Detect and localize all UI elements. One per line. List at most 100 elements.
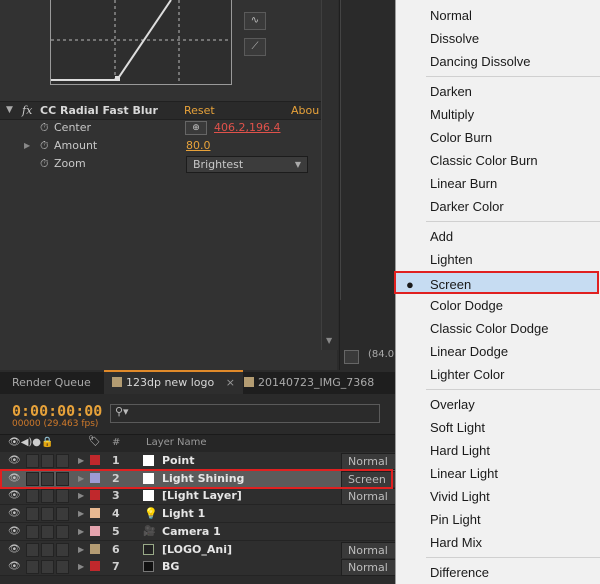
about-link[interactable]: Abou [291, 102, 319, 119]
blend-mode-dropdown[interactable]: Normal [341, 541, 399, 559]
zoom-dropdown[interactable]: Brightest ▼ [186, 156, 308, 173]
timecode[interactable]: 0:00:00:00 [12, 402, 102, 420]
solo-toggle[interactable] [41, 454, 54, 468]
menu-item-multiply[interactable]: Multiply [396, 103, 600, 126]
label-color[interactable] [90, 561, 100, 572]
close-icon[interactable]: × [226, 376, 235, 389]
layer-name-header[interactable]: Layer Name [146, 437, 207, 448]
label-color[interactable] [90, 508, 100, 519]
menu-item-darker-color[interactable]: Darker Color [396, 195, 600, 218]
layer-row[interactable]: 👁 ▶ 5 🎥 Camera 1 [0, 522, 395, 541]
fx-icon[interactable]: fx [22, 102, 32, 119]
reset-link[interactable]: Reset [184, 102, 215, 119]
solo-toggle[interactable] [41, 542, 54, 557]
blend-mode-dropdown[interactable]: Normal [341, 488, 399, 506]
menu-item-color-dodge[interactable]: Color Dodge [396, 294, 600, 317]
menu-item-normal[interactable]: Normal [396, 4, 600, 27]
expand-triangle-icon[interactable]: ▶ [78, 558, 84, 575]
layer-name[interactable]: Light 1 [162, 505, 205, 522]
layer-name[interactable]: Point [162, 452, 194, 469]
menu-item-add[interactable]: Add [396, 225, 600, 248]
tab-comp-logo[interactable]: 123dp new logo × [104, 370, 243, 394]
label-color[interactable] [90, 490, 100, 501]
layer-name[interactable]: BG [162, 558, 179, 575]
menu-item-color-burn[interactable]: Color Burn [396, 126, 600, 149]
menu-item-dissolve[interactable]: Dissolve [396, 27, 600, 50]
solo-toggle[interactable] [41, 507, 54, 522]
lock-toggle[interactable] [56, 524, 69, 539]
expand-triangle-icon[interactable]: ▶ [78, 505, 84, 522]
lock-toggle[interactable] [56, 489, 69, 504]
layer-name[interactable]: Camera 1 [162, 523, 221, 540]
menu-item-lighten[interactable]: Lighten [396, 248, 600, 271]
menu-item-linear-burn[interactable]: Linear Burn [396, 172, 600, 195]
blend-mode-dropdown[interactable]: Normal [341, 453, 399, 470]
menu-item-classic-color-dodge[interactable]: Classic Color Dodge [396, 317, 600, 340]
amount-value[interactable]: 80.0 [186, 137, 211, 154]
scrollbar[interactable]: ▼ [321, 0, 338, 350]
layer-name[interactable]: [Light Layer] [162, 487, 242, 504]
audio-toggle[interactable] [26, 489, 39, 504]
audio-toggle[interactable] [26, 524, 39, 539]
zoom-level[interactable]: (84.0 [368, 349, 394, 360]
menu-item-soft-light[interactable]: Soft Light [396, 416, 600, 439]
stopwatch-icon[interactable]: ⏱ [40, 119, 49, 136]
tab-render-queue[interactable]: Render Queue [4, 372, 99, 394]
expand-triangle-icon[interactable]: ▼ [6, 102, 13, 119]
menu-item-screen[interactable]: ● Screen [394, 271, 599, 294]
crosshair-icon[interactable]: ⊕ [185, 121, 207, 135]
expand-triangle-icon[interactable]: ▶ [78, 523, 84, 540]
layer-row[interactable]: 👁 ▶ 3 [Light Layer] Normal [0, 487, 399, 506]
layer-row[interactable]: 👁 ▶ 1 Point Normal [0, 452, 399, 470]
menu-item-vivid-light[interactable]: Vivid Light [396, 485, 600, 508]
eye-icon[interactable]: 👁 [8, 541, 21, 558]
layer-row[interactable]: 👁 ▶ 6 [LOGO_Ani] Normal [0, 540, 399, 559]
tab-comp-img[interactable]: 20140723_IMG_7368 [236, 372, 382, 394]
audio-toggle[interactable] [26, 454, 39, 468]
solo-toggle[interactable] [41, 489, 54, 504]
eye-icon[interactable]: 👁 [8, 505, 21, 522]
audio-toggle[interactable] [26, 507, 39, 522]
lock-toggle[interactable] [56, 507, 69, 522]
solo-toggle[interactable] [41, 560, 54, 575]
menu-item-hard-light[interactable]: Hard Light [396, 439, 600, 462]
curve-icon[interactable]: ⟋ [244, 38, 266, 56]
layer-search-input[interactable]: ⚲▾ [110, 404, 380, 423]
expand-triangle-icon[interactable]: ▶ [78, 452, 84, 469]
blend-mode-dropdown[interactable]: Normal [341, 559, 399, 577]
menu-item-pin-light[interactable]: Pin Light [396, 508, 600, 531]
label-color[interactable] [90, 543, 100, 554]
expand-triangle-icon[interactable]: ▶ [78, 487, 84, 504]
center-value[interactable]: 406.2,196.4 [214, 119, 280, 136]
viewer-options-icon[interactable] [344, 350, 359, 364]
menu-item-dancing-dissolve[interactable]: Dancing Dissolve [396, 50, 600, 73]
eye-icon[interactable]: 👁 [8, 523, 21, 540]
waveform-icon[interactable]: ∿ [244, 12, 266, 30]
menu-item-linear-dodge[interactable]: Linear Dodge [396, 340, 600, 363]
eye-icon[interactable]: 👁 [8, 558, 21, 575]
expand-triangle-icon[interactable]: ▶ [24, 137, 30, 154]
menu-item-darken[interactable]: Darken [396, 80, 600, 103]
menu-item-difference[interactable]: Difference [396, 561, 600, 584]
stopwatch-icon[interactable]: ⏱ [40, 137, 49, 154]
lock-toggle[interactable] [56, 454, 69, 468]
label-color[interactable] [90, 455, 100, 465]
expand-triangle-icon[interactable]: ▶ [78, 541, 84, 558]
eye-icon[interactable]: 👁 [8, 452, 21, 469]
layer-row[interactable]: 👁 ▶ 7 BG Normal [0, 558, 399, 577]
layer-row[interactable]: 👁 ▶ 4 💡 Light 1 [0, 505, 395, 524]
eye-icon[interactable]: 👁 [8, 487, 21, 504]
menu-item-linear-light[interactable]: Linear Light [396, 462, 600, 485]
menu-item-classic-color-burn[interactable]: Classic Color Burn [396, 149, 600, 172]
layer-name[interactable]: [LOGO_Ani] [162, 541, 232, 558]
stopwatch-icon[interactable]: ⏱ [40, 155, 49, 172]
lock-toggle[interactable] [56, 542, 69, 557]
scroll-down-icon[interactable]: ▼ [326, 336, 332, 345]
menu-item-lighter-color[interactable]: Lighter Color [396, 363, 600, 386]
lock-toggle[interactable] [56, 560, 69, 575]
solo-toggle[interactable] [41, 524, 54, 539]
menu-item-hard-mix[interactable]: Hard Mix [396, 531, 600, 554]
menu-item-overlay[interactable]: Overlay [396, 393, 600, 416]
label-color[interactable] [90, 525, 100, 536]
audio-toggle[interactable] [26, 542, 39, 557]
